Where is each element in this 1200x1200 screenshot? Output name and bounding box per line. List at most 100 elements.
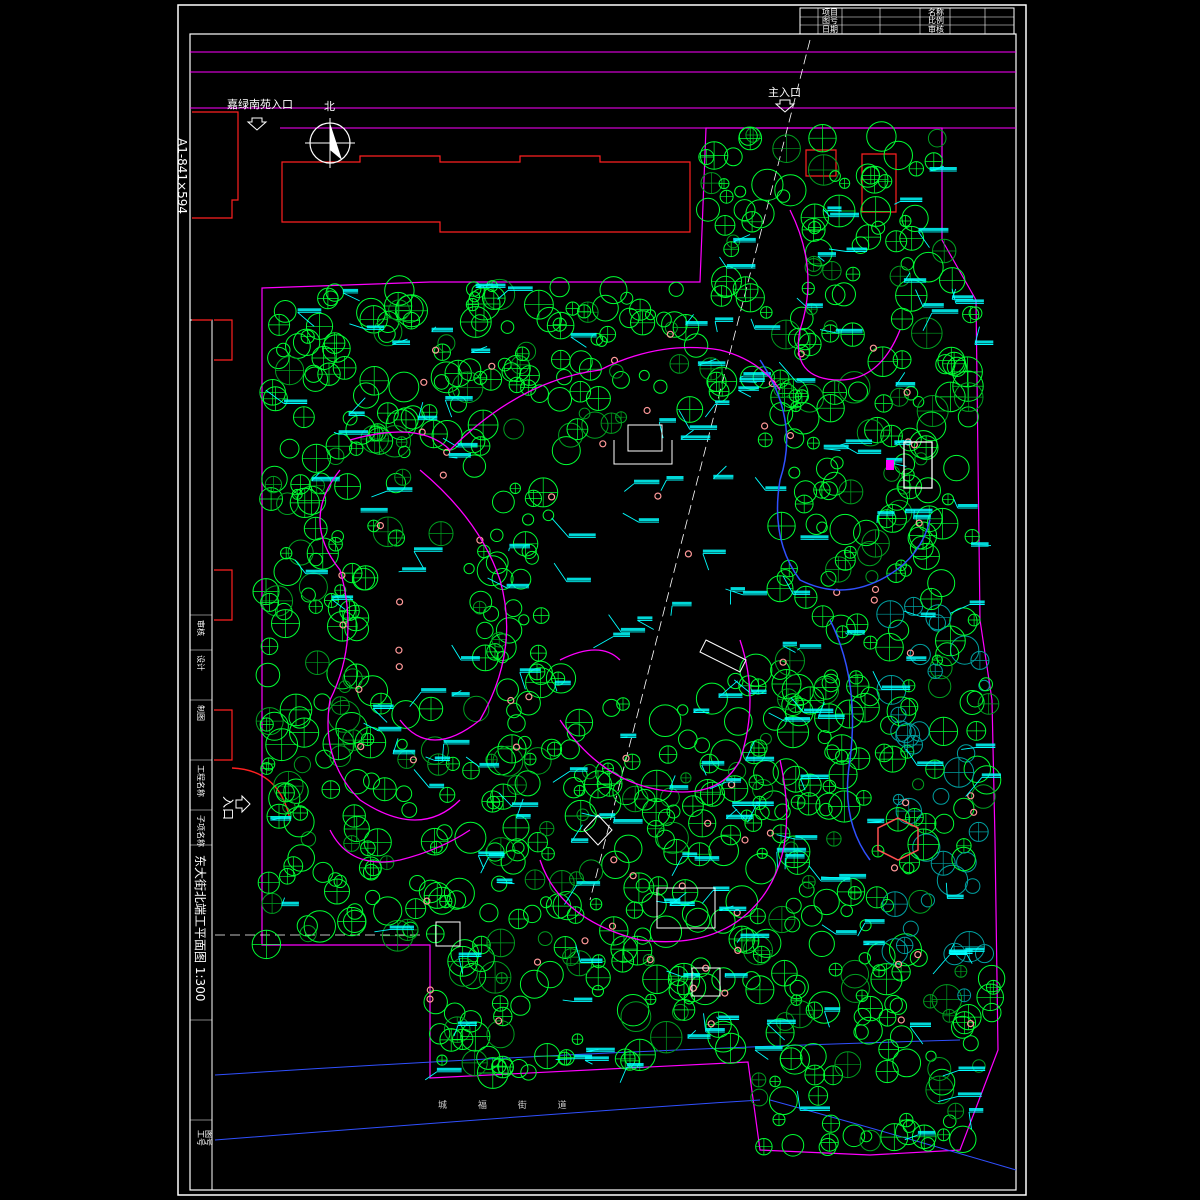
west-entrance-curve <box>231 767 291 821</box>
plant-label-mark <box>613 819 643 822</box>
tree-symbol <box>287 844 316 872</box>
tree-symbol <box>776 569 794 586</box>
tree-symbol <box>784 428 805 449</box>
plant-label-mark <box>297 308 322 312</box>
plant-label-mark <box>923 303 944 307</box>
plant-label-mark <box>957 1092 982 1096</box>
tree-symbol <box>558 422 584 448</box>
plant-label-mark <box>793 590 811 594</box>
tree-symbol <box>503 418 525 440</box>
plant-label-mark <box>461 656 480 660</box>
plant-label-mark <box>823 444 849 448</box>
plant-label-mark <box>702 549 726 553</box>
tree-symbol <box>653 379 668 394</box>
tree-symbol <box>838 371 871 404</box>
tree-symbol <box>547 387 573 412</box>
plant-label-mark <box>863 940 885 944</box>
plant-label-leader <box>508 547 531 552</box>
tree-symbol <box>979 677 993 692</box>
tree-symbol <box>365 889 381 906</box>
plant-label-leader <box>570 336 597 348</box>
plant-label-mark <box>680 435 711 439</box>
tree-symbol <box>537 931 553 946</box>
tree-symbol <box>356 297 386 328</box>
plant-label-leader <box>671 855 698 877</box>
tree-symbol <box>489 633 517 662</box>
plant-label-mark <box>457 442 478 446</box>
plant-label-mark <box>726 814 753 818</box>
landscape-plan-drawing: 项目 图号 日期 名称 比例 审核 A1-841×594 审核 设计 制图 工程… <box>175 4 1027 1196</box>
entrance-arrow-icon-main <box>774 99 796 113</box>
plant-label-mark <box>393 749 416 753</box>
plant-label-mark <box>800 774 829 778</box>
plant-label-leader <box>714 320 734 333</box>
tb-top-2: 日期 <box>822 25 838 34</box>
tree-symbol <box>620 1001 652 1032</box>
plant-label-mark <box>718 693 743 697</box>
plant-label-mark <box>742 590 768 594</box>
plant-label-mark <box>311 476 340 480</box>
plant-label-mark <box>846 247 867 251</box>
tree-symbol <box>510 995 531 1016</box>
plant-label-leader <box>593 636 630 649</box>
tree-symbol <box>385 409 417 441</box>
tree-symbol <box>909 430 938 459</box>
tree-symbol <box>255 662 281 688</box>
plant-label-mark <box>571 838 589 842</box>
plant-label-leader <box>970 545 992 547</box>
plant-label-leader <box>554 684 571 692</box>
tree-symbol <box>711 967 736 992</box>
plant-label-mark <box>738 386 759 390</box>
flowering-shrub <box>420 378 428 386</box>
tree-symbol <box>292 328 321 356</box>
plant-label-mark <box>730 587 745 591</box>
tree-symbol <box>788 466 801 479</box>
plant-label-mark <box>479 762 500 766</box>
tree-symbol <box>418 879 443 904</box>
park-boundary <box>261 127 999 1156</box>
plant-label-leader <box>398 570 427 573</box>
tree-symbol <box>283 806 315 838</box>
tree-symbol <box>596 335 608 347</box>
tree-symbol <box>885 488 909 511</box>
plant-label-mark <box>952 295 974 299</box>
tree-symbol <box>943 454 970 482</box>
plant-label-mark <box>726 778 742 782</box>
tree-symbol <box>344 769 370 795</box>
plant-label-mark <box>857 449 882 453</box>
plant-label-mark <box>436 1067 462 1071</box>
tree-symbol <box>936 864 969 897</box>
plant-label-mark <box>969 1108 984 1111</box>
plant-label-mark <box>392 340 410 344</box>
plant-label-mark <box>685 321 708 324</box>
tree-symbol <box>514 770 541 797</box>
plant-label-mark <box>511 802 539 806</box>
plant-label-mark <box>713 474 734 478</box>
flowering-shrub <box>581 937 589 945</box>
tree-symbol <box>668 980 690 1001</box>
plant-label-mark <box>342 288 359 292</box>
tree-symbol <box>759 732 772 745</box>
plant-label-mark <box>957 504 978 507</box>
tb-stamp-1: 图号 <box>204 1130 213 1146</box>
flowering-shrub <box>689 984 698 992</box>
tree-symbol <box>471 314 489 332</box>
plant-label-mark <box>800 1106 830 1110</box>
tree-symbol <box>602 698 621 717</box>
plant-label-leader <box>297 311 322 327</box>
plant-label-mark <box>599 813 616 817</box>
plant-label-mark <box>586 1047 615 1051</box>
tree-symbol <box>463 695 490 723</box>
plant-label-mark <box>506 583 529 587</box>
plant-label-mark <box>672 601 692 605</box>
inner-frame <box>189 33 1017 1191</box>
plant-label-leader <box>800 778 829 791</box>
plant-label-mark <box>910 1022 931 1026</box>
tree-symbol <box>599 276 628 305</box>
tree-symbol <box>950 635 980 665</box>
plant-label-mark <box>402 567 427 571</box>
plant-label-mark <box>827 206 842 210</box>
plant-label-mark <box>830 212 859 216</box>
tree-symbol <box>927 128 947 148</box>
flowering-shrub <box>525 693 533 701</box>
